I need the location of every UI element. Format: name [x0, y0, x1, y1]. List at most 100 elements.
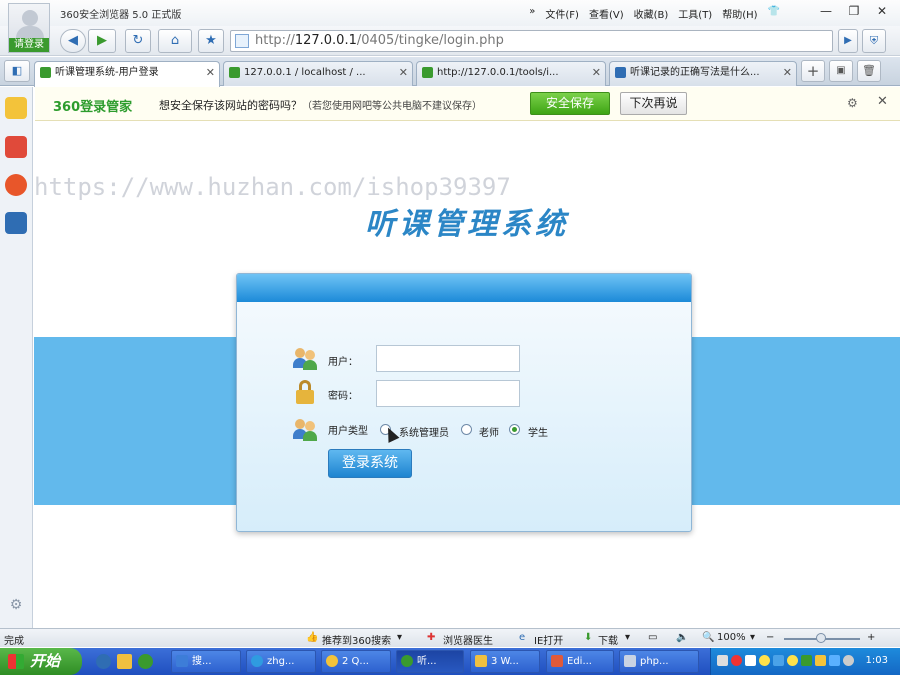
- mobile-icon[interactable]: [5, 212, 27, 234]
- tray-qq-icon[interactable]: [731, 655, 742, 666]
- tray-icon[interactable]: [773, 655, 784, 666]
- weibo-icon[interactable]: [5, 174, 27, 196]
- later-button[interactable]: 下次再说: [620, 92, 687, 115]
- tab-login[interactable]: 听课管理系统-用户登录 ✕: [34, 61, 220, 87]
- task-label: Edi...: [567, 656, 592, 667]
- task-label: 3 W...: [491, 656, 519, 667]
- dropdown-arrow-icon[interactable]: ▾: [750, 632, 755, 643]
- home-button[interactable]: ⌂: [158, 29, 192, 53]
- restore-button[interactable]: ❐: [840, 0, 868, 22]
- menu-favorites[interactable]: 收藏(B): [634, 6, 669, 21]
- windows-logo-icon: [8, 654, 24, 669]
- tab-close-icon[interactable]: ✕: [399, 62, 408, 84]
- title-bar: 请登录 360安全浏览器 5.0 正式版 » 文件(F) 查看(V) 收藏(B)…: [0, 0, 900, 53]
- tab-bar: ◧ 听课管理系统-用户登录 ✕ 127.0.0.1 / localhost / …: [0, 57, 900, 87]
- dropdown-arrow-icon[interactable]: ▾: [397, 632, 402, 643]
- dropdown-arrow-icon[interactable]: ▾: [625, 632, 630, 643]
- menu-file[interactable]: 文件(F): [545, 6, 579, 21]
- search-icon: 👍: [306, 632, 319, 643]
- role-teacher-radio[interactable]: [461, 424, 472, 435]
- user-avatar[interactable]: 请登录: [8, 3, 50, 53]
- ie-open-button[interactable]: IE打开: [534, 632, 563, 647]
- task-qq[interactable]: 2 Q...: [321, 650, 391, 673]
- window-icon[interactable]: ▭: [648, 632, 657, 643]
- sidebar-toggle-icon[interactable]: ◧: [4, 60, 30, 82]
- tray-icon[interactable]: [829, 655, 840, 666]
- shirt-icon[interactable]: 👕: [768, 6, 780, 21]
- tray-network-icon[interactable]: [717, 655, 728, 666]
- go-button[interactable]: ▶: [838, 29, 858, 53]
- task-browser[interactable]: 听...: [396, 650, 464, 673]
- tray-icon[interactable]: [759, 655, 770, 666]
- download-button[interactable]: 下载: [598, 632, 618, 647]
- forward-button[interactable]: ▶: [88, 29, 116, 53]
- tray-icon[interactable]: [745, 655, 756, 666]
- task-search[interactable]: 搜...: [171, 650, 241, 673]
- tray-volume-icon[interactable]: [843, 655, 854, 666]
- tray-icon[interactable]: [815, 655, 826, 666]
- menu-more-arrow[interactable]: »: [529, 6, 535, 21]
- role-student-radio[interactable]: [509, 424, 520, 435]
- save-password-button[interactable]: 安全保存: [530, 92, 610, 115]
- task-php[interactable]: php...: [619, 650, 699, 673]
- menu-tools[interactable]: 工具(T): [678, 6, 712, 21]
- speaker-icon[interactable]: 🔈: [676, 632, 688, 643]
- folder-launch-icon[interactable]: [117, 654, 132, 669]
- close-button[interactable]: ✕: [868, 0, 896, 22]
- refresh-button[interactable]: ↻: [125, 29, 151, 53]
- task-windows[interactable]: 3 W...: [470, 650, 540, 673]
- tab-favicon-icon: [422, 67, 433, 78]
- favorites-star-icon[interactable]: [5, 97, 27, 119]
- address-bar[interactable]: http://127.0.0.1/0405/tingke/login.php: [230, 30, 833, 52]
- ie-launch-icon[interactable]: [96, 654, 111, 669]
- back-button[interactable]: ◀: [60, 29, 86, 53]
- user-icon: [293, 346, 319, 370]
- close-icon[interactable]: ✕: [877, 94, 888, 109]
- task-zhg[interactable]: zhg...: [246, 650, 316, 673]
- tab-label: http://127.0.0.1/tools/i...: [437, 67, 559, 78]
- tray-icon[interactable]: [787, 655, 798, 666]
- zoom-slider-knob[interactable]: [816, 633, 826, 643]
- browser-doctor-button[interactable]: 浏览器医生: [443, 632, 493, 647]
- zoom-icon: 🔍: [702, 632, 715, 643]
- system-title: 听课管理系统: [365, 207, 569, 242]
- restore-tab-icon[interactable]: ▣: [829, 60, 853, 82]
- login-manager-logo: 360登录管家: [53, 100, 133, 115]
- zoom-out-button[interactable]: −: [766, 632, 774, 643]
- recommend-search-button[interactable]: 推荐到360搜索: [322, 632, 391, 647]
- start-label: 开始: [30, 652, 61, 670]
- trash-icon[interactable]: 🗑: [857, 60, 881, 82]
- menu-help[interactable]: 帮助(H): [722, 6, 757, 21]
- news-icon[interactable]: [5, 136, 27, 158]
- tab-close-icon[interactable]: ✕: [592, 62, 601, 84]
- start-button[interactable]: 开始: [0, 648, 82, 675]
- favorite-button[interactable]: ★: [198, 29, 224, 53]
- password-input[interactable]: [376, 380, 520, 407]
- tray-icon[interactable]: [801, 655, 812, 666]
- zoom-level[interactable]: 100%: [717, 632, 746, 643]
- gear-icon[interactable]: ⚙: [847, 96, 858, 110]
- task-label: zhg...: [267, 656, 295, 667]
- tab-localhost[interactable]: 127.0.0.1 / localhost / ... ✕: [223, 61, 413, 86]
- page-icon: [235, 34, 249, 48]
- settings-gear-icon[interactable]: ⚙: [5, 597, 27, 619]
- zoom-in-button[interactable]: +: [867, 632, 875, 643]
- minimize-button[interactable]: —: [812, 0, 840, 22]
- username-input[interactable]: [376, 345, 520, 372]
- menu-view[interactable]: 查看(V): [589, 6, 624, 21]
- tab-record[interactable]: 听课记录的正确写法是什么... ✕: [609, 61, 797, 86]
- login-button[interactable]: 请登录: [9, 38, 49, 52]
- browser-launch-icon[interactable]: [138, 654, 153, 669]
- tab-close-icon[interactable]: ✕: [783, 62, 792, 84]
- login-submit-button[interactable]: 登录系统: [328, 449, 412, 478]
- tab-tools[interactable]: http://127.0.0.1/tools/i... ✕: [416, 61, 606, 86]
- address-path: /0405/tingke/login.php: [356, 33, 504, 48]
- username-label: 用户：: [328, 357, 358, 368]
- tab-label: 听课记录的正确写法是什么...: [630, 67, 760, 78]
- lock-icon: [294, 380, 316, 404]
- task-editor[interactable]: Edi...: [546, 650, 614, 673]
- tab-close-icon[interactable]: ✕: [206, 62, 215, 84]
- new-tab-button[interactable]: +: [801, 60, 825, 82]
- shield-icon[interactable]: ⛨: [862, 29, 886, 53]
- login-panel-header: [237, 274, 691, 302]
